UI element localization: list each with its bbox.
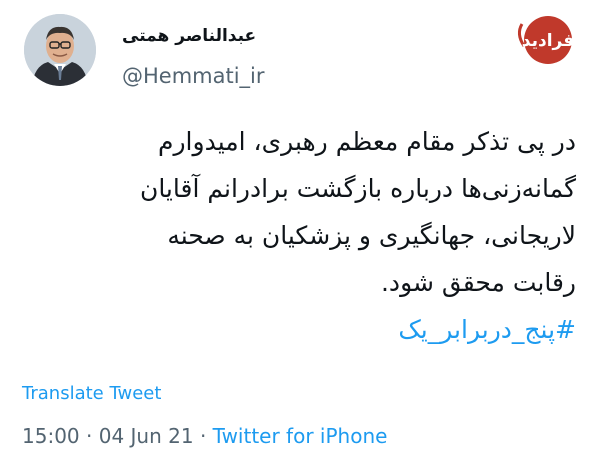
tweet-date[interactable]: 04 Jun 21 (99, 424, 194, 448)
author-name[interactable]: عبدالناصر همتی (122, 26, 256, 46)
tweet-metadata: 15:00 · 04 Jun 21 · Twitter for iPhone (22, 424, 387, 448)
tweet-line: لاریجانی، جهانگیری و پزشکیان به صحنه (167, 221, 576, 250)
logo-mark: فرادید (517, 16, 574, 64)
logo-text: فرادید (522, 31, 574, 51)
fararu-logo: فرادید (510, 12, 586, 66)
tweet-line: در پی تذکر مقام معظم رهبری، امیدوارم (158, 127, 576, 156)
tweet-text: در پی تذکر مقام معظم رهبری، امیدوارم گما… (20, 118, 576, 353)
tweet-line: رقابت محقق شود. (380, 268, 576, 297)
tweet-source-link[interactable]: Twitter for iPhone (213, 424, 388, 448)
meta-separator: · (199, 424, 207, 448)
translate-tweet-link[interactable]: Translate Tweet (22, 383, 161, 404)
avatar-portrait (24, 14, 96, 86)
hashtag-link[interactable]: #پنج_دربرابر_یک (20, 306, 576, 353)
tweet-time[interactable]: 15:00 (22, 424, 80, 448)
tweet-line: گمانه‌زنی‌ها درباره بازگشت برادرانم آقای… (139, 174, 576, 203)
author-handle[interactable]: @Hemmati_ir (122, 64, 265, 88)
meta-separator: · (86, 424, 93, 448)
author-avatar[interactable] (24, 14, 96, 86)
